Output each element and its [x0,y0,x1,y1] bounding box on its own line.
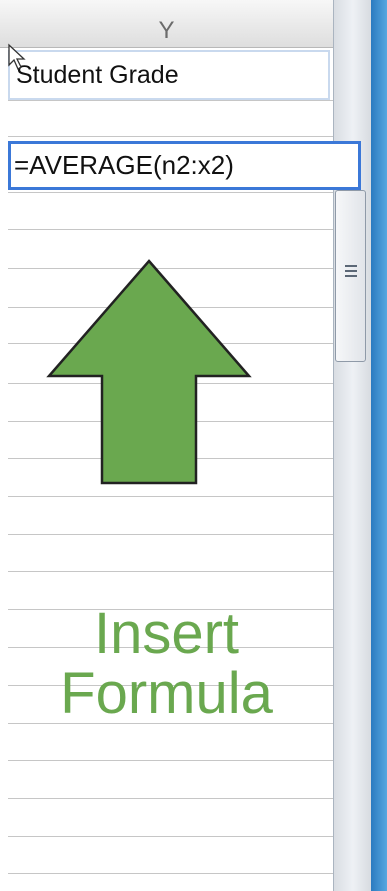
row-gridline [8,760,333,761]
row-gridline [8,229,333,230]
caption-line-1: Insert [93,601,240,666]
up-arrow-icon [46,259,252,485]
window-edge [371,0,387,891]
row-gridline [8,100,333,101]
column-header-y[interactable]: Y [0,0,333,48]
row-gridline [8,836,333,837]
scrollbar-thumb[interactable] [335,190,366,362]
row-gridline [8,571,333,572]
row-gridline [8,873,333,874]
mouse-cursor-icon [8,43,26,70]
row-gridline [8,192,333,193]
cell-student-grade[interactable]: Student Grade [8,50,330,100]
annotation-caption: Insert Formula [0,604,333,724]
row-gridline [8,136,333,137]
formula-cell-selected[interactable]: =AVERAGE(n2:x2) [8,141,361,190]
scrollbar-grip-icon [345,265,357,279]
caption-line-2: Formula [60,661,273,726]
row-gridline [8,798,333,799]
row-gridline [8,534,333,535]
row-gridline [8,496,333,497]
vertical-scrollbar[interactable] [333,0,372,891]
